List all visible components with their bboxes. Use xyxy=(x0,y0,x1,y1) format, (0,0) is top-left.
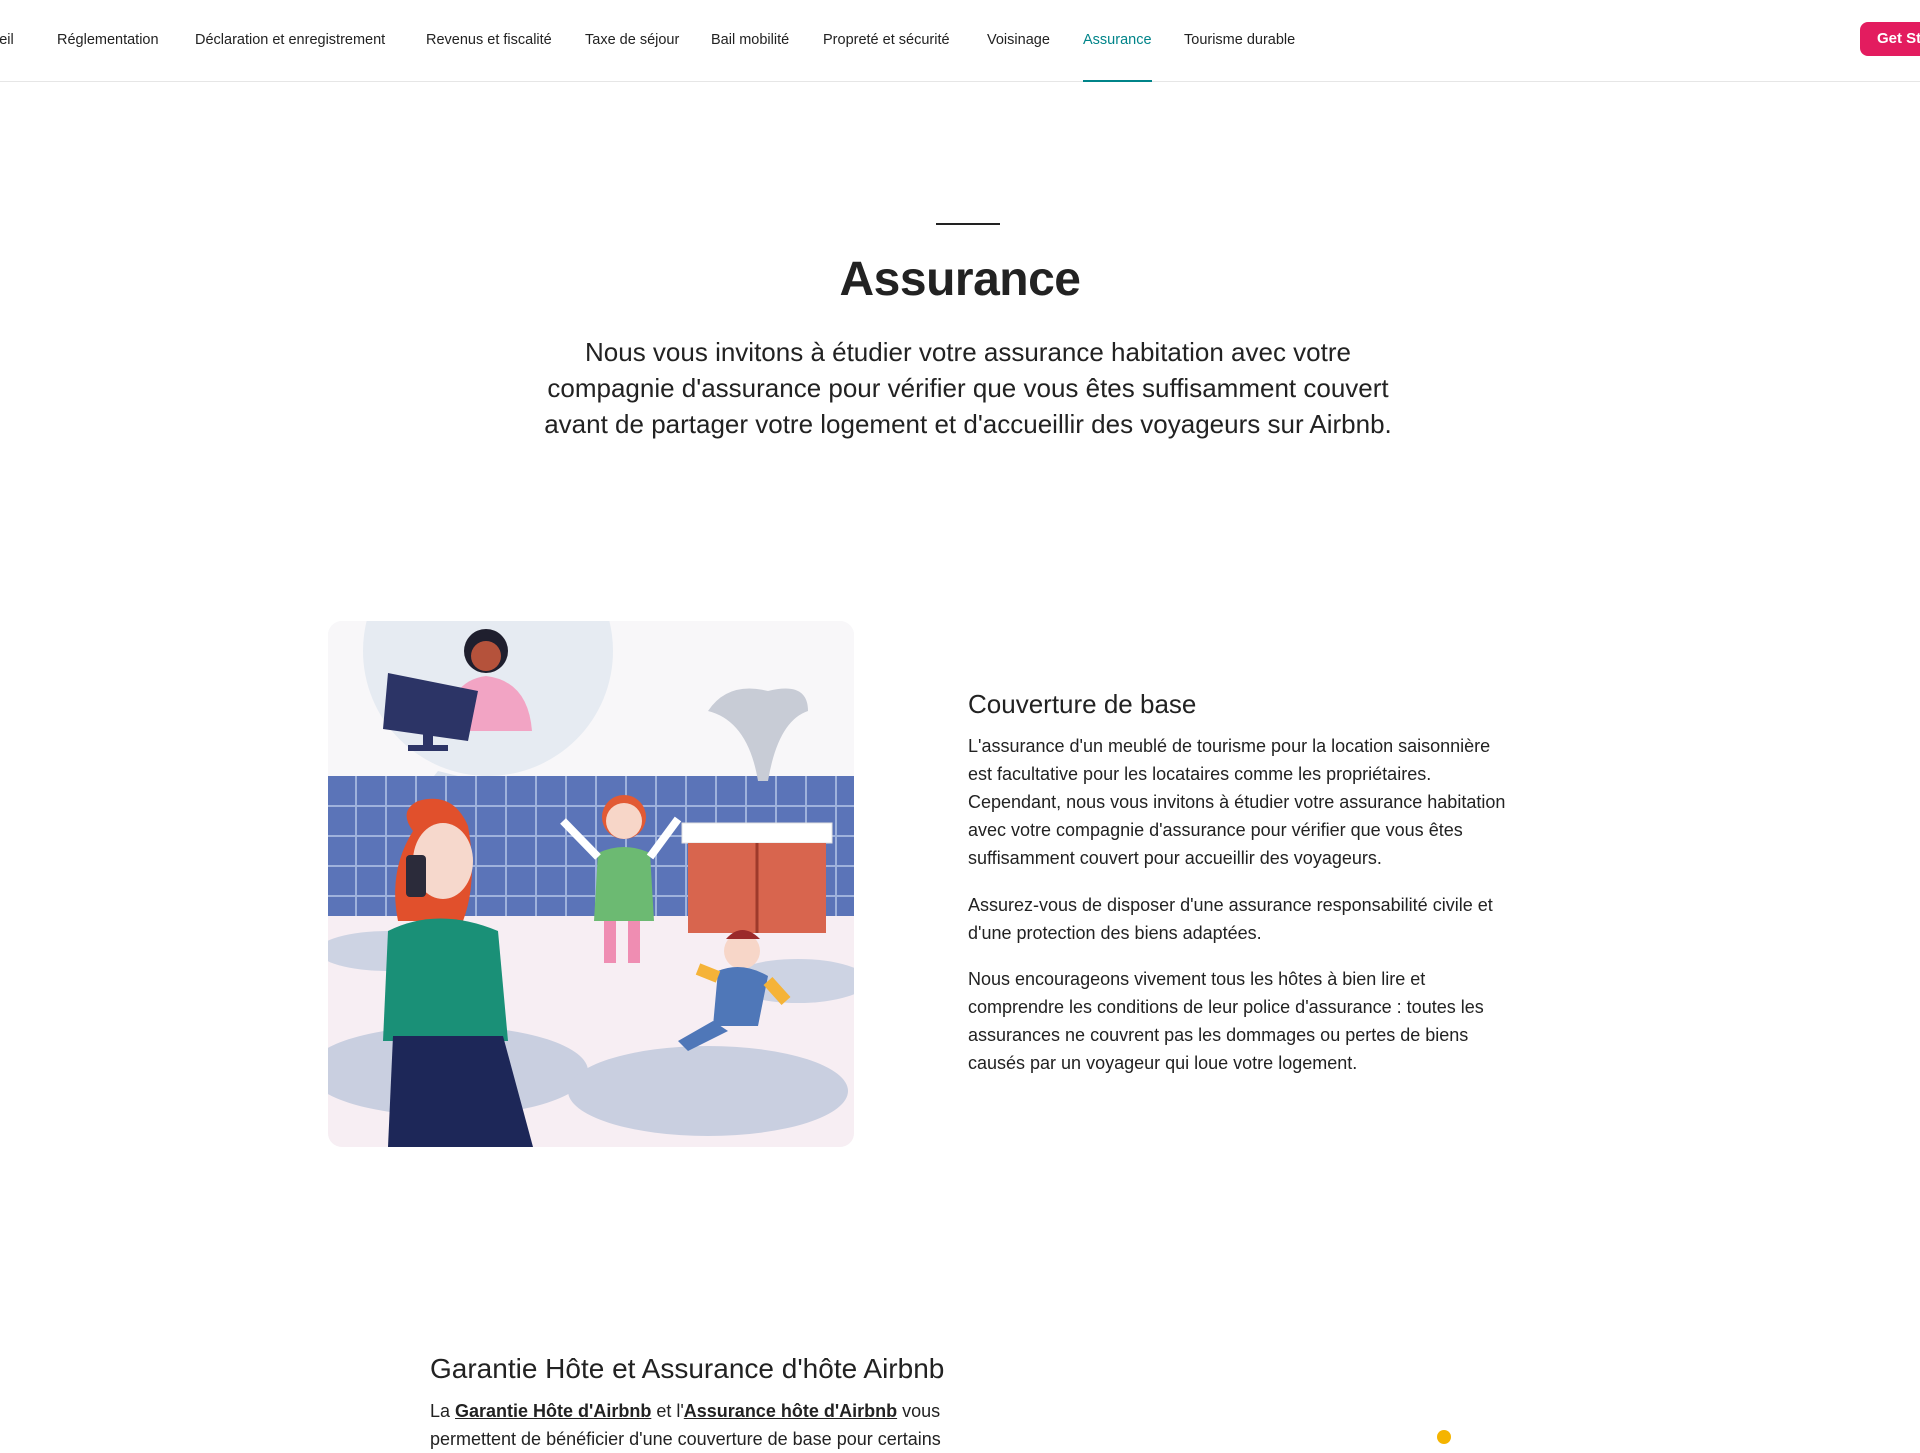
garantie-hote-link[interactable]: Garantie Hôte d'Airbnb xyxy=(455,1401,651,1421)
nav-item-taxe-sejour[interactable]: Taxe de séjour xyxy=(585,0,679,82)
garantie-text-middle: et l' xyxy=(651,1401,684,1421)
nav-item-revenus[interactable]: Revenus et fiscalité xyxy=(426,0,552,82)
nav-item-proprete[interactable]: Propreté et sécurité xyxy=(823,0,950,82)
page-title: Assurance xyxy=(839,253,1081,306)
assurance-hote-link[interactable]: Assurance hôte d'Airbnb xyxy=(684,1401,897,1421)
top-navigation: Accueil Réglementation Déclaration et en… xyxy=(0,0,1920,82)
coverage-heading: Couverture de base xyxy=(968,689,1197,719)
garantie-text-prefix: La xyxy=(430,1401,456,1421)
hero-divider xyxy=(936,223,1000,225)
nav-item-bail-mobilite[interactable]: Bail mobilité xyxy=(711,0,789,82)
decorative-dot xyxy=(1437,1430,1451,1444)
insurance-illustration xyxy=(328,621,854,1147)
nav-item-assurance[interactable]: Assurance xyxy=(1083,0,1152,82)
garantie-heading: Garantie Hôte et Assurance d'hôte Airbnb xyxy=(430,1353,945,1384)
get-started-button[interactable]: Get Started xyxy=(1860,22,1920,56)
nav-item-voisinage[interactable]: Voisinage xyxy=(987,0,1050,82)
coverage-paragraph-2: Assurez-vous de disposer d'une assurance… xyxy=(968,895,1493,943)
nav-item-declaration[interactable]: Déclaration et enregistrement xyxy=(195,0,385,82)
coverage-paragraph-1: L'assurance d'un meublé de tourisme pour… xyxy=(968,736,1506,868)
nav-item-reglementation[interactable]: Réglementation xyxy=(57,0,159,82)
garantie-text: La Garantie Hôte d'Airbnb et l'Assurance… xyxy=(430,1397,990,1453)
coverage-paragraph-3: Nous encourageons vivement tous les hôte… xyxy=(968,969,1484,1073)
hero-intro: Nous vous invitons à étudier votre assur… xyxy=(544,337,1392,439)
nav-item-tourisme-durable[interactable]: Tourisme durable xyxy=(1184,0,1295,82)
nav-item-accueil[interactable]: Accueil xyxy=(0,0,14,82)
